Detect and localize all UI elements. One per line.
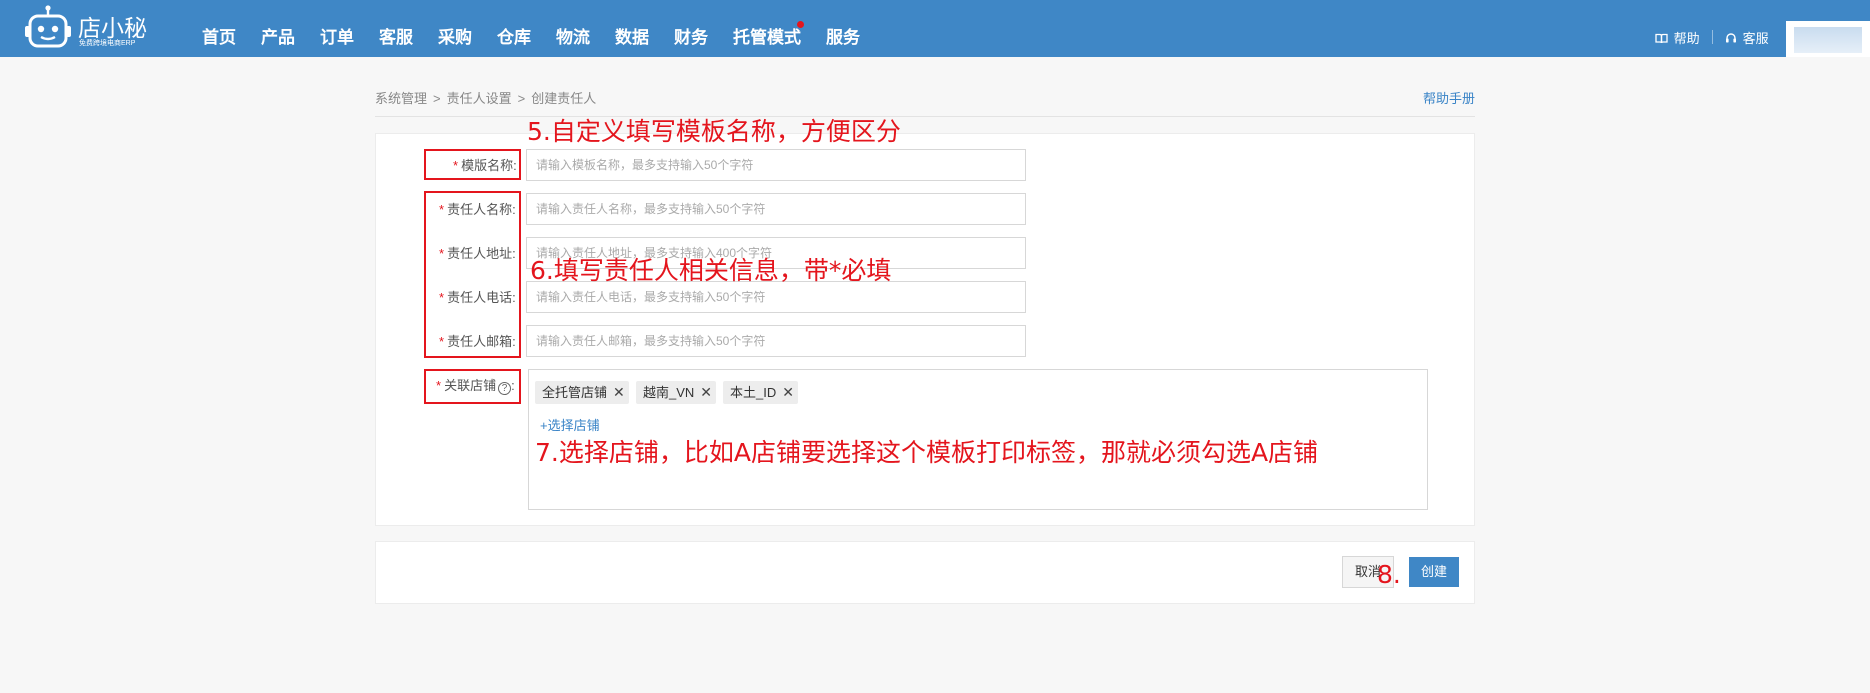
breadcrumb: 系统管理 > 责任人设置 > 创建责任人 (375, 88, 602, 107)
responsible-name-input[interactable] (526, 193, 1026, 225)
action-bar (375, 541, 1475, 604)
notification-dot (797, 21, 804, 28)
breadcrumb-separator: > (433, 91, 441, 106)
book-icon (1655, 33, 1668, 44)
annotation-box-template-name (424, 149, 521, 180)
nav-products[interactable]: 产品 (261, 0, 295, 57)
annotation-box-responsible-info (424, 191, 521, 358)
store-tag-label: 本土_ID (730, 385, 777, 400)
breadcrumb-separator: > (517, 91, 526, 106)
nav-managed-mode-label: 托管模式 (733, 28, 801, 47)
annotation-step7: 7.选择店铺，比如A店铺要选择这个模板打印标签，那就必须勾选A店铺 (535, 438, 1319, 467)
template-name-input[interactable] (526, 149, 1026, 181)
nav-data[interactable]: 数据 (615, 0, 649, 57)
user-avatar[interactable] (1786, 21, 1870, 57)
logo[interactable]: 店小秘 免费跨境电商ERP (24, 5, 148, 51)
annotation-step6: 6.填写责任人相关信息，带*必填 (530, 256, 892, 285)
service-label: 客服 (1742, 31, 1769, 46)
breadcrumb-system[interactable]: 系统管理 (375, 91, 427, 106)
nav-services[interactable]: 服务 (826, 0, 860, 57)
select-store-link[interactable]: +选择店铺 (540, 415, 600, 434)
main-nav: 首页 产品 订单 客服 采购 仓库 物流 数据 财务 托管模式 服务 (202, 0, 885, 57)
top-header: 店小秘 免费跨境电商ERP 首页 产品 订单 客服 采购 仓库 物流 数据 财务… (0, 0, 1870, 57)
avatar-image (1794, 27, 1862, 53)
annotation-step8: 8. (1377, 560, 1401, 589)
headset-icon (1726, 33, 1736, 43)
header-divider (1712, 30, 1713, 44)
store-tag: 全托管店铺 ✕ (535, 381, 629, 404)
store-tag: 越南_VN ✕ (636, 381, 717, 404)
close-icon[interactable]: ✕ (613, 384, 625, 400)
store-tag: 本土_ID ✕ (723, 381, 798, 404)
help-link[interactable]: 帮助 (1655, 28, 1700, 47)
robot-logo-icon (25, 5, 71, 48)
nav-home[interactable]: 首页 (202, 0, 236, 57)
nav-finance[interactable]: 财务 (674, 0, 708, 57)
store-tag-label: 全托管店铺 (542, 385, 608, 400)
store-tag-label: 越南_VN (643, 385, 695, 400)
help-manual-link[interactable]: 帮助手册 (1423, 88, 1475, 107)
breadcrumb-current: 创建责任人 (531, 91, 597, 106)
create-button[interactable]: 创建 (1409, 557, 1459, 587)
breadcrumb-responsible-settings[interactable]: 责任人设置 (447, 91, 512, 106)
logo-slogan: 免费跨境电商ERP (79, 40, 136, 47)
nav-orders[interactable]: 订单 (320, 0, 354, 57)
annotation-step5: 5.自定义填写模板名称，方便区分 (527, 117, 901, 146)
nav-warehouse[interactable]: 仓库 (497, 0, 531, 57)
help-label: 帮助 (1673, 31, 1700, 46)
nav-managed-mode[interactable]: 托管模式 (733, 0, 804, 57)
close-icon[interactable]: ✕ (782, 384, 794, 400)
annotation-box-stores (424, 369, 521, 404)
nav-logistics[interactable]: 物流 (556, 0, 590, 57)
nav-customer-service[interactable]: 客服 (379, 0, 413, 57)
service-link[interactable]: 客服 (1725, 28, 1769, 47)
nav-purchase[interactable]: 采购 (438, 0, 472, 57)
responsible-email-input[interactable] (526, 325, 1026, 357)
close-icon[interactable]: ✕ (700, 384, 712, 400)
